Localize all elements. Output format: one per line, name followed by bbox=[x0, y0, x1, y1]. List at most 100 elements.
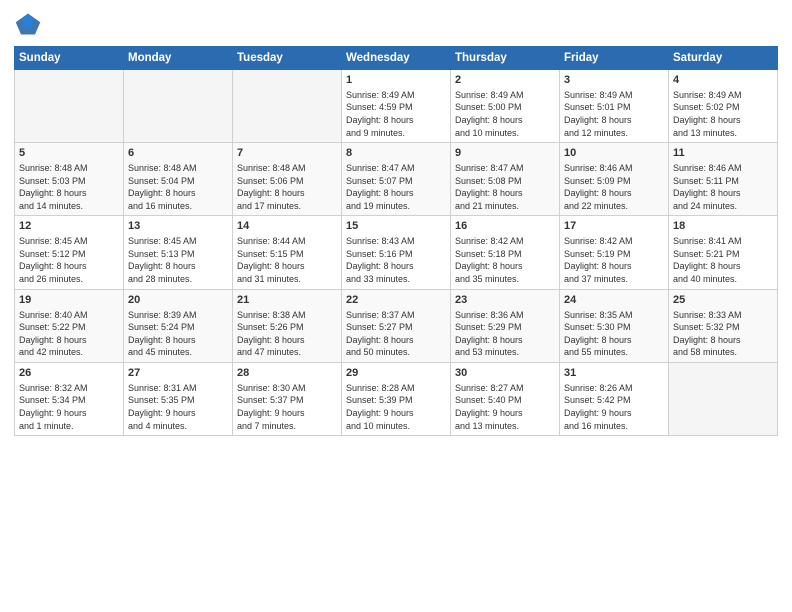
day-info: Sunrise: 8:49 AM Sunset: 5:02 PM Dayligh… bbox=[673, 89, 773, 139]
calendar-header-row: SundayMondayTuesdayWednesdayThursdayFrid… bbox=[15, 47, 778, 70]
day-info: Sunrise: 8:48 AM Sunset: 5:06 PM Dayligh… bbox=[237, 162, 337, 212]
day-info: Sunrise: 8:35 AM Sunset: 5:30 PM Dayligh… bbox=[564, 309, 664, 359]
day-info: Sunrise: 8:32 AM Sunset: 5:34 PM Dayligh… bbox=[19, 382, 119, 432]
day-number: 18 bbox=[673, 219, 773, 234]
day-number: 28 bbox=[237, 366, 337, 381]
day-number: 1 bbox=[346, 73, 446, 88]
calendar-cell: 14Sunrise: 8:44 AM Sunset: 5:15 PM Dayli… bbox=[233, 216, 342, 289]
day-info: Sunrise: 8:37 AM Sunset: 5:27 PM Dayligh… bbox=[346, 309, 446, 359]
day-info: Sunrise: 8:48 AM Sunset: 5:04 PM Dayligh… bbox=[128, 162, 228, 212]
day-number: 13 bbox=[128, 219, 228, 234]
day-number: 6 bbox=[128, 146, 228, 161]
day-number: 14 bbox=[237, 219, 337, 234]
day-info: Sunrise: 8:39 AM Sunset: 5:24 PM Dayligh… bbox=[128, 309, 228, 359]
day-info: Sunrise: 8:49 AM Sunset: 5:01 PM Dayligh… bbox=[564, 89, 664, 139]
calendar-cell: 21Sunrise: 8:38 AM Sunset: 5:26 PM Dayli… bbox=[233, 289, 342, 362]
calendar-cell: 16Sunrise: 8:42 AM Sunset: 5:18 PM Dayli… bbox=[451, 216, 560, 289]
day-number: 9 bbox=[455, 146, 555, 161]
day-number: 3 bbox=[564, 73, 664, 88]
day-info: Sunrise: 8:47 AM Sunset: 5:08 PM Dayligh… bbox=[455, 162, 555, 212]
calendar-cell: 22Sunrise: 8:37 AM Sunset: 5:27 PM Dayli… bbox=[342, 289, 451, 362]
day-number: 8 bbox=[346, 146, 446, 161]
calendar-cell: 6Sunrise: 8:48 AM Sunset: 5:04 PM Daylig… bbox=[124, 143, 233, 216]
day-number: 22 bbox=[346, 293, 446, 308]
calendar-cell: 31Sunrise: 8:26 AM Sunset: 5:42 PM Dayli… bbox=[560, 362, 669, 435]
calendar-cell: 4Sunrise: 8:49 AM Sunset: 5:02 PM Daylig… bbox=[669, 70, 778, 143]
calendar-cell: 25Sunrise: 8:33 AM Sunset: 5:32 PM Dayli… bbox=[669, 289, 778, 362]
weekday-header-thursday: Thursday bbox=[451, 47, 560, 70]
calendar-cell: 13Sunrise: 8:45 AM Sunset: 5:13 PM Dayli… bbox=[124, 216, 233, 289]
calendar-cell bbox=[669, 362, 778, 435]
calendar-cell bbox=[233, 70, 342, 143]
calendar-cell: 26Sunrise: 8:32 AM Sunset: 5:34 PM Dayli… bbox=[15, 362, 124, 435]
day-number: 26 bbox=[19, 366, 119, 381]
day-info: Sunrise: 8:47 AM Sunset: 5:07 PM Dayligh… bbox=[346, 162, 446, 212]
calendar-cell: 23Sunrise: 8:36 AM Sunset: 5:29 PM Dayli… bbox=[451, 289, 560, 362]
calendar-cell: 11Sunrise: 8:46 AM Sunset: 5:11 PM Dayli… bbox=[669, 143, 778, 216]
calendar-cell: 27Sunrise: 8:31 AM Sunset: 5:35 PM Dayli… bbox=[124, 362, 233, 435]
day-number: 27 bbox=[128, 366, 228, 381]
day-info: Sunrise: 8:33 AM Sunset: 5:32 PM Dayligh… bbox=[673, 309, 773, 359]
calendar-cell: 18Sunrise: 8:41 AM Sunset: 5:21 PM Dayli… bbox=[669, 216, 778, 289]
weekday-header-tuesday: Tuesday bbox=[233, 47, 342, 70]
page: SundayMondayTuesdayWednesdayThursdayFrid… bbox=[0, 0, 792, 612]
calendar-week-3: 19Sunrise: 8:40 AM Sunset: 5:22 PM Dayli… bbox=[15, 289, 778, 362]
day-number: 29 bbox=[346, 366, 446, 381]
day-info: Sunrise: 8:41 AM Sunset: 5:21 PM Dayligh… bbox=[673, 235, 773, 285]
weekday-header-wednesday: Wednesday bbox=[342, 47, 451, 70]
calendar-cell: 3Sunrise: 8:49 AM Sunset: 5:01 PM Daylig… bbox=[560, 70, 669, 143]
day-number: 12 bbox=[19, 219, 119, 234]
weekday-header-sunday: Sunday bbox=[15, 47, 124, 70]
day-info: Sunrise: 8:38 AM Sunset: 5:26 PM Dayligh… bbox=[237, 309, 337, 359]
day-number: 10 bbox=[564, 146, 664, 161]
day-info: Sunrise: 8:40 AM Sunset: 5:22 PM Dayligh… bbox=[19, 309, 119, 359]
day-info: Sunrise: 8:49 AM Sunset: 4:59 PM Dayligh… bbox=[346, 89, 446, 139]
calendar-table: SundayMondayTuesdayWednesdayThursdayFrid… bbox=[14, 46, 778, 436]
day-info: Sunrise: 8:28 AM Sunset: 5:39 PM Dayligh… bbox=[346, 382, 446, 432]
day-info: Sunrise: 8:48 AM Sunset: 5:03 PM Dayligh… bbox=[19, 162, 119, 212]
day-number: 7 bbox=[237, 146, 337, 161]
day-number: 11 bbox=[673, 146, 773, 161]
calendar-cell: 9Sunrise: 8:47 AM Sunset: 5:08 PM Daylig… bbox=[451, 143, 560, 216]
day-number: 30 bbox=[455, 366, 555, 381]
calendar-cell bbox=[15, 70, 124, 143]
day-number: 25 bbox=[673, 293, 773, 308]
day-number: 24 bbox=[564, 293, 664, 308]
calendar-cell: 12Sunrise: 8:45 AM Sunset: 5:12 PM Dayli… bbox=[15, 216, 124, 289]
day-info: Sunrise: 8:43 AM Sunset: 5:16 PM Dayligh… bbox=[346, 235, 446, 285]
day-number: 23 bbox=[455, 293, 555, 308]
day-number: 16 bbox=[455, 219, 555, 234]
calendar-cell: 24Sunrise: 8:35 AM Sunset: 5:30 PM Dayli… bbox=[560, 289, 669, 362]
calendar-cell: 28Sunrise: 8:30 AM Sunset: 5:37 PM Dayli… bbox=[233, 362, 342, 435]
day-info: Sunrise: 8:36 AM Sunset: 5:29 PM Dayligh… bbox=[455, 309, 555, 359]
day-info: Sunrise: 8:46 AM Sunset: 5:09 PM Dayligh… bbox=[564, 162, 664, 212]
calendar-cell bbox=[124, 70, 233, 143]
day-info: Sunrise: 8:46 AM Sunset: 5:11 PM Dayligh… bbox=[673, 162, 773, 212]
day-number: 2 bbox=[455, 73, 555, 88]
day-info: Sunrise: 8:44 AM Sunset: 5:15 PM Dayligh… bbox=[237, 235, 337, 285]
weekday-header-monday: Monday bbox=[124, 47, 233, 70]
calendar-cell: 20Sunrise: 8:39 AM Sunset: 5:24 PM Dayli… bbox=[124, 289, 233, 362]
day-number: 15 bbox=[346, 219, 446, 234]
calendar-week-1: 5Sunrise: 8:48 AM Sunset: 5:03 PM Daylig… bbox=[15, 143, 778, 216]
day-number: 19 bbox=[19, 293, 119, 308]
day-info: Sunrise: 8:27 AM Sunset: 5:40 PM Dayligh… bbox=[455, 382, 555, 432]
calendar-cell: 29Sunrise: 8:28 AM Sunset: 5:39 PM Dayli… bbox=[342, 362, 451, 435]
day-number: 4 bbox=[673, 73, 773, 88]
calendar-cell: 7Sunrise: 8:48 AM Sunset: 5:06 PM Daylig… bbox=[233, 143, 342, 216]
weekday-header-saturday: Saturday bbox=[669, 47, 778, 70]
calendar-cell: 30Sunrise: 8:27 AM Sunset: 5:40 PM Dayli… bbox=[451, 362, 560, 435]
calendar-cell: 5Sunrise: 8:48 AM Sunset: 5:03 PM Daylig… bbox=[15, 143, 124, 216]
day-info: Sunrise: 8:30 AM Sunset: 5:37 PM Dayligh… bbox=[237, 382, 337, 432]
day-info: Sunrise: 8:45 AM Sunset: 5:12 PM Dayligh… bbox=[19, 235, 119, 285]
day-number: 17 bbox=[564, 219, 664, 234]
day-number: 20 bbox=[128, 293, 228, 308]
day-number: 21 bbox=[237, 293, 337, 308]
calendar-cell: 15Sunrise: 8:43 AM Sunset: 5:16 PM Dayli… bbox=[342, 216, 451, 289]
logo-icon bbox=[14, 10, 42, 38]
calendar-cell: 10Sunrise: 8:46 AM Sunset: 5:09 PM Dayli… bbox=[560, 143, 669, 216]
calendar-week-4: 26Sunrise: 8:32 AM Sunset: 5:34 PM Dayli… bbox=[15, 362, 778, 435]
weekday-header-friday: Friday bbox=[560, 47, 669, 70]
day-info: Sunrise: 8:42 AM Sunset: 5:19 PM Dayligh… bbox=[564, 235, 664, 285]
day-info: Sunrise: 8:42 AM Sunset: 5:18 PM Dayligh… bbox=[455, 235, 555, 285]
